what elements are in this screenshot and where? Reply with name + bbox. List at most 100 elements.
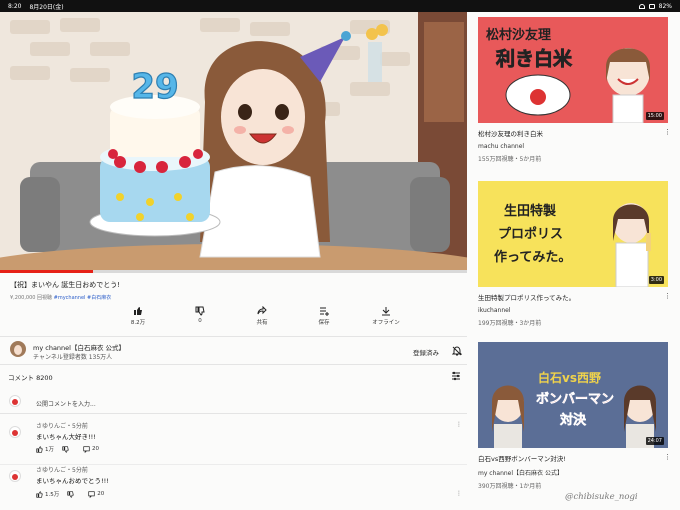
status-bar: 8:20 8月20日(金) 82% bbox=[0, 0, 680, 12]
more-options-icon[interactable]: ⋮ bbox=[456, 421, 462, 428]
recommendation-stats: 155万回視聴・5か月前 bbox=[478, 156, 542, 163]
comment-actions: 1.5万 20 bbox=[36, 490, 104, 498]
thumbs-up-icon bbox=[36, 445, 43, 453]
sort-icon[interactable] bbox=[451, 371, 461, 381]
video-frame-illustration: 29 bbox=[0, 12, 467, 272]
battery-level: 82% bbox=[658, 2, 672, 10]
thumbs-down-icon bbox=[62, 445, 69, 453]
dislike-button[interactable]: 0 bbox=[180, 306, 220, 326]
channel-subscribers: チャンネル登録者数 135万人 bbox=[33, 354, 113, 361]
cake-number-topper: 29 bbox=[131, 67, 178, 107]
channel-row[interactable]: my channel【白石麻衣 公式】 チャンネル登録者数 135万人 登録済み bbox=[0, 336, 467, 365]
reply-icon bbox=[88, 490, 95, 498]
comment-input[interactable]: 公開コメントを入力... bbox=[36, 399, 96, 408]
video-hashtags[interactable]: #mychannel #白石麻衣 bbox=[54, 295, 112, 301]
recommendation-channel[interactable]: my channel【白石麻衣 公式】 bbox=[478, 468, 668, 477]
share-label: 共有 bbox=[256, 320, 268, 326]
comment-author[interactable]: さゆりんご・5分前 bbox=[36, 421, 88, 430]
thumbnail-illustration: 生田特製 プロポリス 作ってみた。 bbox=[478, 181, 668, 287]
video-duration: 24:07 bbox=[645, 437, 664, 445]
offline-button[interactable]: オフライン bbox=[366, 306, 406, 326]
comment-text: まいちゃん大好き!!! bbox=[36, 433, 96, 441]
download-icon bbox=[382, 307, 390, 316]
save-button[interactable]: 保存 bbox=[304, 306, 344, 326]
artist-watermark: @chibisuke_nogi bbox=[565, 492, 638, 502]
thumb-line-3: 対決 bbox=[559, 412, 587, 428]
comment-item: さゆりんご・5分前 まいちゃんおめでとう!!! 1.5万 20 ⋮ bbox=[0, 462, 467, 510]
reply-icon bbox=[83, 445, 90, 453]
share-icon bbox=[257, 306, 267, 315]
recommendation-card[interactable]: 生田特製 プロポリス 作ってみた。 3:00 生田特製プロポリス作ってみた。 i… bbox=[478, 181, 671, 327]
thumbs-up-icon bbox=[36, 490, 43, 498]
thumb-line-1: 白石vs西野 bbox=[538, 370, 601, 385]
comment-like-button[interactable]: 1万 bbox=[36, 445, 54, 453]
comment-author[interactable]: さゆりんご・5分前 bbox=[36, 465, 88, 474]
recommendation-title[interactable]: 生田特製プロポリス作ってみた。 bbox=[478, 292, 668, 302]
thumbs-down-icon bbox=[67, 490, 74, 498]
thumb-line-2: ボンバーマン bbox=[536, 391, 614, 407]
comment-reply-count: 20 bbox=[97, 491, 105, 497]
more-options-icon[interactable]: ⋮ bbox=[456, 490, 462, 497]
thumb-title-line2: 利き白米 bbox=[496, 47, 573, 70]
recommendation-stats: 390万回視聴・1か月前 bbox=[478, 483, 542, 490]
more-options-icon[interactable]: ⋮ bbox=[664, 453, 671, 461]
more-options-icon[interactable]: ⋮ bbox=[664, 128, 671, 136]
video-player[interactable]: 29 bbox=[0, 12, 467, 272]
recommendation-thumbnail[interactable]: 白石vs西野 ボンバーマン 対決 24:07 bbox=[478, 342, 668, 448]
comment-reply-button[interactable]: 20 bbox=[88, 490, 105, 498]
video-progress-fill bbox=[0, 270, 94, 273]
video-meta: ¥,200,000 回視聴 #mychannel #白石麻衣 bbox=[10, 294, 111, 301]
channel-avatar[interactable] bbox=[10, 341, 26, 357]
status-date: 8月20日(金) bbox=[29, 3, 64, 11]
share-button[interactable]: 共有 bbox=[242, 306, 282, 326]
wifi-icon bbox=[638, 3, 645, 9]
thumbs-down-icon bbox=[195, 306, 205, 316]
comment-like-count: 1万 bbox=[45, 447, 54, 453]
thumb-line-3: 作ってみた。 bbox=[494, 249, 571, 265]
add-comment-row[interactable]: 公開コメントを入力... bbox=[0, 390, 467, 414]
save-icon bbox=[320, 307, 329, 316]
comment-like-button[interactable]: 1.5万 bbox=[36, 490, 59, 498]
comments-header[interactable]: コメント 8200 bbox=[8, 372, 53, 382]
channel-name[interactable]: my channel【白石麻衣 公式】 bbox=[33, 342, 125, 352]
save-label: 保存 bbox=[318, 320, 330, 326]
recommendation-title[interactable]: 白石vs西野ボンバーマン対決! bbox=[478, 453, 668, 463]
status-time: 8:20 bbox=[8, 2, 22, 10]
recommendation-card[interactable]: 松村沙友理 利き白米 15:00 松村沙友理の利き白米 machu channe… bbox=[478, 17, 671, 163]
video-actions: 8.2万 0 共有 保存 オフライン bbox=[118, 306, 406, 326]
comment-text: まいちゃんおめでとう!!! bbox=[36, 477, 109, 485]
comment-dislike-button[interactable] bbox=[67, 490, 74, 498]
thumb-line-2: プロポリス bbox=[498, 226, 563, 242]
recommendation-channel[interactable]: ikuchannel bbox=[478, 307, 668, 314]
comment-dislike-button[interactable] bbox=[62, 445, 69, 453]
thumb-line-1: 生田特製 bbox=[504, 203, 556, 219]
video-title: 【祝】まいやん 誕生日おめでとう! bbox=[10, 281, 121, 289]
commenter-avatar[interactable] bbox=[9, 426, 21, 438]
battery-icon bbox=[648, 3, 655, 9]
user-avatar bbox=[9, 395, 21, 407]
commenter-avatar[interactable] bbox=[9, 470, 21, 482]
recommendation-stats: 199万回視聴・3か月前 bbox=[478, 320, 542, 327]
subscribed-button[interactable]: 登録済み bbox=[413, 347, 439, 357]
recommendation-thumbnail[interactable]: 松村沙友理 利き白米 15:00 bbox=[478, 17, 668, 123]
like-count: 8.2万 bbox=[130, 320, 146, 326]
dislike-count: 0 bbox=[198, 318, 202, 324]
video-views: ¥,200,000 回視聴 bbox=[10, 295, 53, 301]
comment-actions: 1万 20 bbox=[36, 445, 99, 453]
thumbnail-illustration: 白石vs西野 ボンバーマン 対決 bbox=[478, 342, 668, 448]
recommendation-channel[interactable]: machu channel bbox=[478, 143, 668, 150]
thumbnail-illustration: 松村沙友理 利き白米 bbox=[478, 17, 668, 123]
comment-reply-count: 20 bbox=[92, 446, 99, 452]
video-progress-bar[interactable] bbox=[0, 270, 467, 273]
offline-label: オフライン bbox=[372, 320, 400, 326]
thumbs-up-icon bbox=[134, 307, 142, 315]
comment-item: さゆりんご・5分前 まいちゃん大好き!!! 1万 20 ⋮ bbox=[0, 415, 467, 465]
bell-icon[interactable] bbox=[452, 346, 462, 356]
video-duration: 3:00 bbox=[648, 276, 664, 284]
like-button[interactable]: 8.2万 bbox=[118, 306, 158, 326]
recommendation-thumbnail[interactable]: 生田特製 プロポリス 作ってみた。 3:00 bbox=[478, 181, 668, 287]
comment-reply-button[interactable]: 20 bbox=[83, 445, 99, 453]
recommendation-card[interactable]: 白石vs西野 ボンバーマン 対決 24:07 白石vs西野ボンバーマン対決! m… bbox=[478, 342, 671, 490]
recommendation-title[interactable]: 松村沙友理の利き白米 bbox=[478, 128, 668, 138]
more-options-icon[interactable]: ⋮ bbox=[664, 292, 671, 300]
